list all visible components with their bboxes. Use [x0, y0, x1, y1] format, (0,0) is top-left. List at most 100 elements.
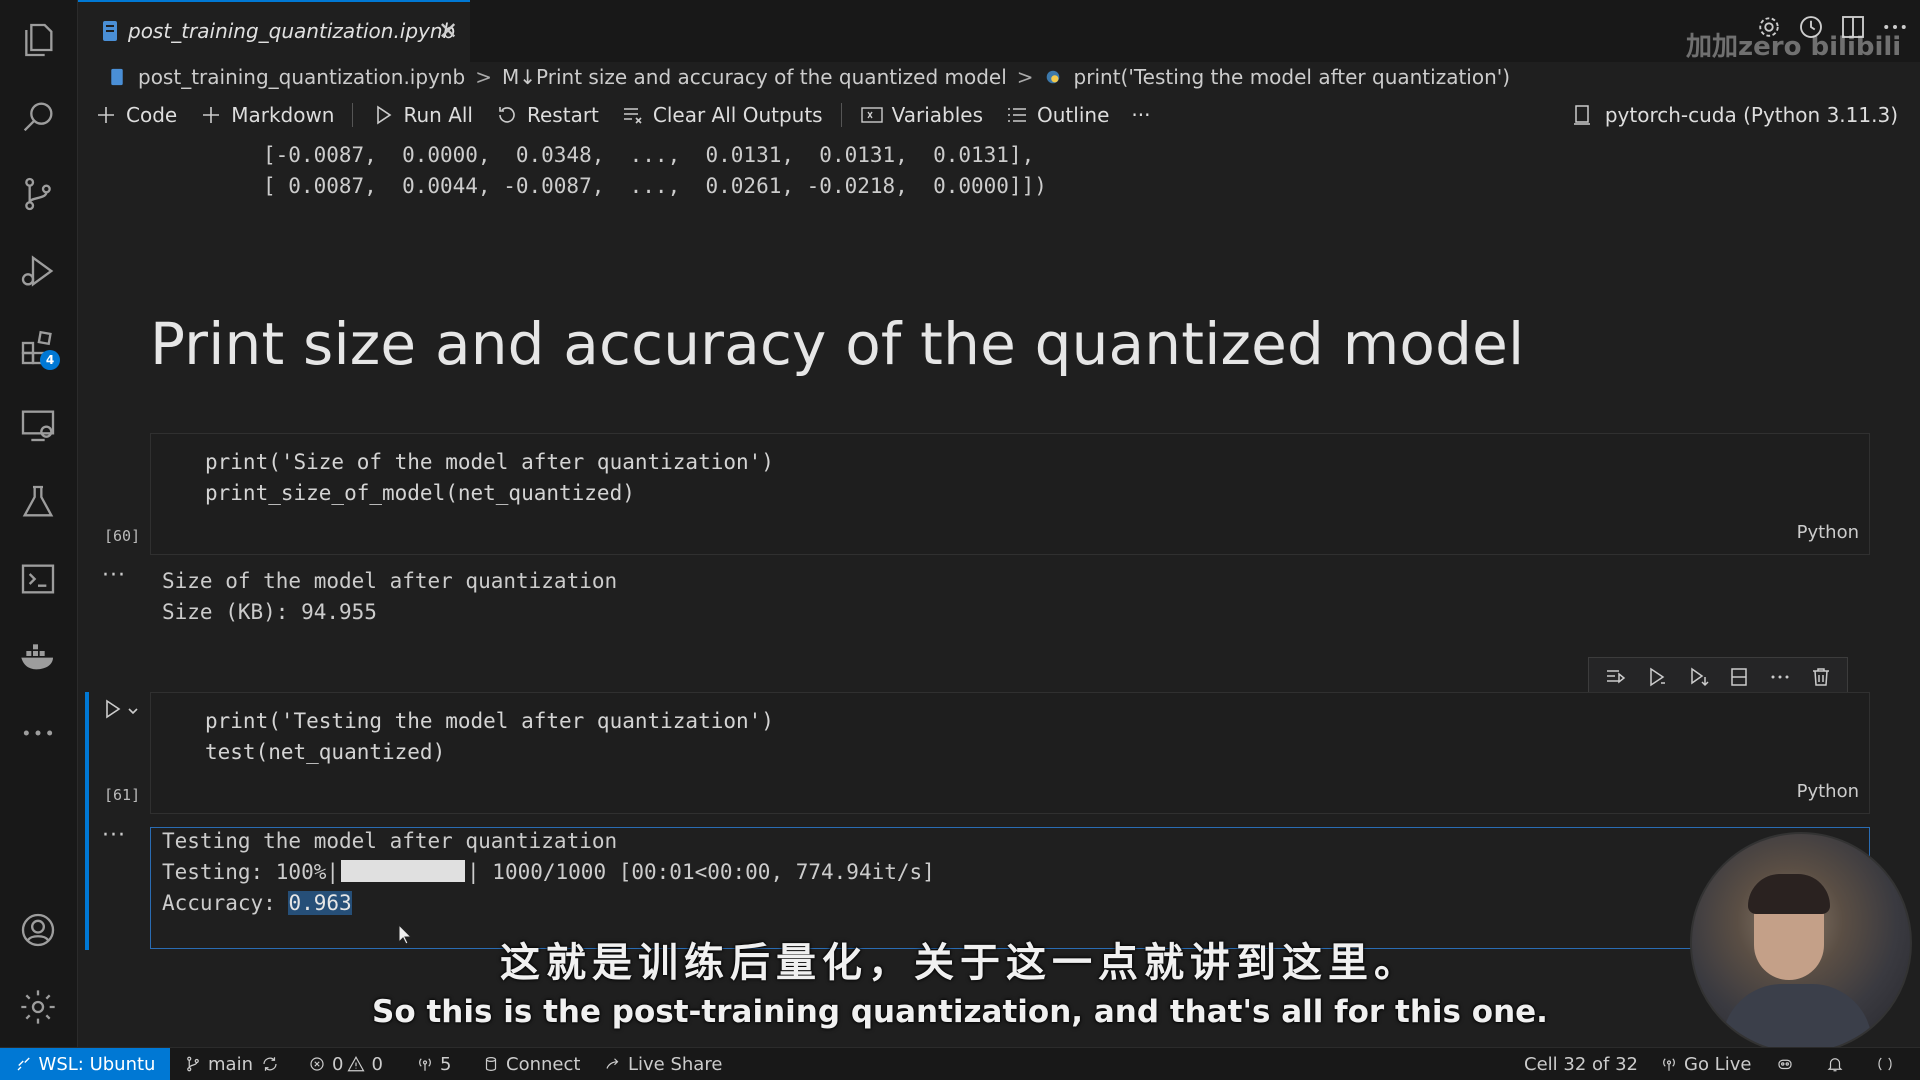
accuracy-label: Accuracy:	[162, 891, 289, 915]
add-code-label: Code	[126, 103, 178, 127]
cell-language-label[interactable]: Python	[1797, 522, 1859, 543]
variables-button[interactable]: Variables	[860, 103, 983, 127]
explorer-icon[interactable]	[16, 18, 60, 62]
plus-icon	[203, 107, 220, 123]
toolbar-divider	[352, 103, 354, 127]
cell-language-label[interactable]: Python	[1797, 781, 1859, 802]
progress-bar	[341, 860, 466, 882]
activity-bar: 4	[0, 0, 78, 1048]
feedback-icon[interactable]	[1876, 1048, 1900, 1080]
run-all-button[interactable]: Run All	[371, 103, 473, 127]
warning-icon	[347, 1056, 365, 1072]
go-live-label: Go Live	[1684, 1053, 1752, 1075]
tab-close-icon[interactable]: ✕	[438, 17, 458, 45]
tab-bar: post_training_quantization.ipynb ✕	[78, 0, 1920, 62]
restart-button[interactable]: Restart	[495, 103, 599, 127]
ports-indicator[interactable]: 5	[416, 1048, 451, 1080]
progress-line: Testing: 100%| | 1000/1000 [00:01<00:00, …	[162, 860, 935, 884]
add-markdown-cell-button[interactable]: Markdown	[199, 103, 334, 127]
outline-label: Outline	[1037, 103, 1110, 127]
cell-position-indicator[interactable]: Cell 32 of 32	[1524, 1048, 1638, 1080]
code-line: print('Testing the model after quantizat…	[205, 709, 774, 733]
docker-icon[interactable]	[16, 634, 60, 678]
notifications-bell-icon[interactable]	[1826, 1048, 1850, 1080]
live-share-button[interactable]: Live Share	[604, 1048, 722, 1080]
output-more-icon[interactable]: ···	[102, 563, 126, 588]
notebook-editor: [-0.0087, 0.0000, 0.0348, ..., 0.0131, 0…	[78, 137, 1920, 1048]
chevron-down-icon[interactable]	[126, 703, 140, 717]
run-cell-icon[interactable]	[100, 697, 124, 721]
run-debug-icon[interactable]	[16, 249, 60, 293]
accuracy-value[interactable]: 0.963	[288, 891, 352, 915]
outline-button[interactable]: Outline	[1005, 103, 1109, 127]
remote-icon	[17, 1057, 30, 1071]
status-bar: WSL: Ubuntu main 0 0 5 Connect Live Shar…	[0, 1047, 1920, 1080]
toolbar-more-button[interactable]: ···	[1131, 103, 1150, 127]
markdown-heading[interactable]: Print size and accuracy of the quantized…	[150, 310, 1524, 378]
execute-below-icon[interactable]	[1686, 665, 1710, 689]
connect-button[interactable]: Connect	[482, 1048, 580, 1080]
delete-cell-icon[interactable]	[1809, 665, 1833, 689]
kernel-label: pytorch-cuda (Python 3.11.3)	[1604, 103, 1898, 127]
output-more-icon[interactable]: ···	[102, 823, 126, 848]
go-live-button[interactable]: Go Live	[1660, 1048, 1751, 1080]
split-cell-icon[interactable]	[1727, 665, 1751, 689]
run-icon	[377, 105, 392, 125]
outline-list-icon	[1008, 108, 1027, 122]
code-line: print_size_of_model(net_quantized)	[205, 481, 635, 505]
plus-icon	[98, 107, 114, 123]
remote-explorer-icon[interactable]	[16, 403, 60, 447]
code-line: test(net_quantized)	[205, 740, 446, 764]
live-share-icon	[606, 1058, 619, 1069]
remote-indicator[interactable]: WSL: Ubuntu	[0, 1048, 170, 1080]
execute-above-icon[interactable]	[1604, 665, 1628, 689]
breadcrumb-markdown-section[interactable]: M↓Print size and accuracy of the quantiz…	[502, 65, 1007, 89]
source-control-icon[interactable]	[16, 172, 60, 216]
add-code-cell-button[interactable]: Code	[94, 103, 177, 127]
search-icon[interactable]	[16, 95, 60, 139]
notebook-file-icon	[111, 68, 123, 86]
clear-outputs-label: Clear All Outputs	[652, 103, 823, 127]
error-icon	[310, 1057, 324, 1071]
connect-label: Connect	[506, 1053, 581, 1075]
add-markdown-label: Markdown	[231, 103, 335, 127]
execute-cell-and-below-icon[interactable]	[1645, 665, 1669, 689]
breadcrumb: post_training_quantization.ipynb > M↓Pri…	[78, 62, 1920, 92]
ports-count: 5	[440, 1053, 452, 1075]
testing-icon[interactable]	[16, 480, 60, 524]
run-all-label: Run All	[403, 103, 473, 127]
git-branch-icon	[187, 1056, 199, 1072]
restart-icon	[499, 107, 515, 123]
terminal-icon[interactable]	[16, 557, 60, 601]
code-line: print('Size of the model after quantizat…	[205, 450, 774, 474]
watermark: 加加zero bilibili	[1686, 32, 1902, 62]
more-views-icon[interactable]	[16, 711, 60, 755]
restart-label: Restart	[527, 103, 599, 127]
problems-indicator[interactable]: 0 0	[308, 1048, 383, 1080]
code-cell[interactable]: print('Size of the model after quantizat…	[150, 433, 1870, 555]
variables-icon	[860, 107, 883, 123]
code-cell[interactable]: print('Testing the model after quantizat…	[150, 692, 1870, 814]
cell-more-icon[interactable]	[1768, 665, 1792, 689]
tab-title: post_training_quantization.ipynb	[128, 19, 456, 43]
cell-output-line: Size of the model after quantization	[162, 569, 618, 593]
tab-notebook[interactable]: post_training_quantization.ipynb ✕	[78, 0, 470, 62]
error-count: 0	[332, 1053, 344, 1075]
clear-outputs-button[interactable]: Clear All Outputs	[621, 103, 823, 127]
cell-output-line: Testing the model after quantization	[162, 829, 618, 853]
variables-label: Variables	[891, 103, 984, 127]
branch-indicator[interactable]: main	[184, 1048, 285, 1080]
copilot-icon[interactable]	[1776, 1048, 1800, 1080]
clear-all-icon	[623, 108, 642, 124]
kernel-picker[interactable]: pytorch-cuda (Python 3.11.3)	[1571, 95, 1898, 135]
cell-output-line: Size (KB): 94.955	[162, 600, 377, 624]
broadcast-icon	[419, 1058, 431, 1071]
breadcrumb-code-cell[interactable]: print('Testing the model after quantizat…	[1074, 65, 1511, 89]
branch-label: main	[208, 1053, 253, 1075]
sync-icon[interactable]	[261, 1055, 279, 1073]
subtitle-english: So this is the post-training quantizatio…	[372, 994, 1548, 1030]
live-share-label: Live Share	[628, 1053, 723, 1075]
breadcrumb-file[interactable]: post_training_quantization.ipynb	[138, 65, 465, 89]
accuracy-line: Accuracy: 0.963	[162, 891, 352, 915]
execution-count: [60]	[104, 527, 141, 545]
